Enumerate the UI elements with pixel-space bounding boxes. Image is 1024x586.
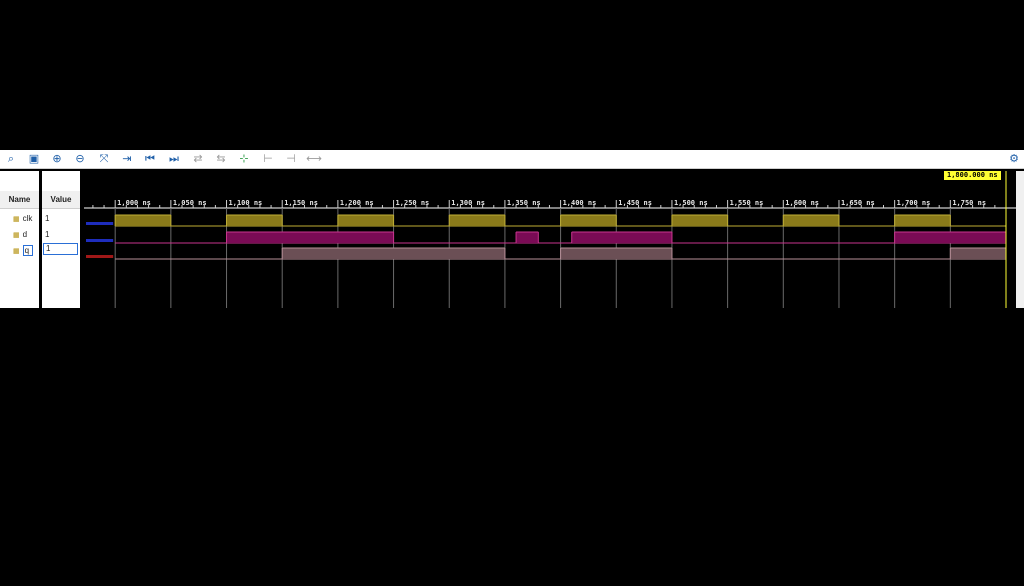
search-icon[interactable]: ⌕ bbox=[3, 151, 19, 167]
signal-name: q bbox=[22, 245, 34, 256]
next-transition-icon[interactable]: ⇆ bbox=[213, 151, 229, 167]
waveform-high-d bbox=[226, 232, 394, 243]
signal-type-icon: ▦ bbox=[13, 215, 20, 223]
waveform-pre-q bbox=[86, 255, 114, 258]
name-column-header[interactable]: Name bbox=[0, 191, 39, 209]
signal-value-clk: 1 bbox=[45, 214, 50, 223]
add-marker-icon[interactable]: ⊹ bbox=[236, 151, 252, 167]
ruler-tick-label: 1,650 ns bbox=[841, 199, 875, 207]
waveform-high-clk bbox=[115, 215, 171, 226]
waveform-high-q bbox=[560, 248, 672, 259]
ruler-tick-label: 1,400 ns bbox=[563, 199, 597, 207]
waveform-high-clk bbox=[894, 215, 951, 226]
waveform-high-d bbox=[516, 232, 539, 243]
ruler-tick-label: 1,700 ns bbox=[897, 199, 931, 207]
ruler-tick-label: 1,450 ns bbox=[618, 199, 652, 207]
waveform-high-q bbox=[282, 248, 505, 259]
waveform-high-d bbox=[894, 232, 1006, 243]
ruler-tick-label: 1,550 ns bbox=[730, 199, 764, 207]
waveform-high-clk bbox=[449, 215, 505, 226]
waveform-high-clk bbox=[337, 215, 394, 226]
signal-value-q: 1 bbox=[43, 243, 78, 255]
waveform-canvas[interactable]: 1,000 ns 1,050 ns 1,100 ns 1,150 ns 1,200 ns… bbox=[84, 171, 1024, 308]
cursor-time-label: 1,800.000 ns bbox=[944, 171, 1001, 180]
signal-row-d[interactable]: ▦ d bbox=[0, 227, 27, 242]
signal-type-icon: ▦ bbox=[13, 247, 20, 255]
ruler-tick-label: 1,050 ns bbox=[173, 199, 207, 207]
signal-names-panel: Name ▦ clk ▦ d ▦ q bbox=[0, 171, 39, 308]
waveform-high-clk bbox=[560, 215, 617, 226]
waveform-pre-d bbox=[86, 239, 114, 242]
signal-value-d: 1 bbox=[45, 230, 50, 239]
settings-icon[interactable]: ⚙ bbox=[1006, 151, 1022, 167]
signal-type-icon: ▦ bbox=[13, 231, 20, 239]
ruler-tick-label: 1,750 ns bbox=[952, 199, 986, 207]
waveform-high-q bbox=[950, 248, 1006, 259]
ruler-tick-label: 1,250 ns bbox=[396, 199, 430, 207]
swap-cursors-icon[interactable]: ⟷ bbox=[306, 151, 322, 167]
waveform-pre-clk bbox=[86, 222, 114, 225]
signal-name: clk bbox=[22, 214, 33, 223]
value-column-header[interactable]: Value bbox=[42, 191, 80, 209]
previous-transition-icon[interactable]: ⇄ bbox=[190, 151, 206, 167]
next-marker-icon[interactable]: ⊣ bbox=[283, 151, 299, 167]
previous-marker-icon[interactable]: ⊢ bbox=[260, 151, 276, 167]
ruler-tick-label: 1,000 ns bbox=[117, 199, 151, 207]
save-icon[interactable]: ▣ bbox=[26, 151, 42, 167]
ruler-tick-label: 1,200 ns bbox=[340, 199, 374, 207]
waveform-high-clk bbox=[671, 215, 728, 226]
zoom-fit-icon[interactable]: ⤧ bbox=[96, 151, 112, 167]
ruler-tick-label: 1,500 ns bbox=[674, 199, 708, 207]
ruler-tick-label: 1,350 ns bbox=[507, 199, 541, 207]
go-to-time-zero-icon[interactable]: ⏮ bbox=[142, 151, 158, 167]
ruler-tick-label: 1,600 ns bbox=[785, 199, 819, 207]
zoom-in-icon[interactable]: ⊕ bbox=[49, 151, 65, 167]
waveform-display[interactable]: 1,000 ns 1,050 ns 1,100 ns 1,150 ns 1,200 ns… bbox=[84, 171, 1024, 308]
waveform-high-clk bbox=[226, 215, 283, 226]
signal-name: d bbox=[22, 230, 28, 239]
waveform-toolbar: ⌕ ▣ ⊕ ⊖ ⤧ ⇥ ⏮ ⏭ ⇄ ⇆ ⊹ ⊢ ⊣ ⟷ ⚙ bbox=[0, 150, 1024, 169]
ruler-tick-label: 1,300 ns bbox=[451, 199, 485, 207]
signal-row-q[interactable]: ▦ q bbox=[0, 243, 34, 258]
go-to-cursor-icon[interactable]: ⇥ bbox=[119, 151, 135, 167]
go-to-last-time-icon[interactable]: ⏭ bbox=[166, 151, 182, 167]
zoom-out-icon[interactable]: ⊖ bbox=[72, 151, 88, 167]
vertical-scrollbar[interactable] bbox=[1016, 171, 1024, 308]
ruler-tick-label: 1,100 ns bbox=[229, 199, 263, 207]
waveform-high-d bbox=[571, 232, 672, 243]
ruler-tick-label: 1,150 ns bbox=[284, 199, 318, 207]
signal-values-panel: Value 1 1 1 bbox=[42, 171, 80, 308]
waveform-high-clk bbox=[783, 215, 839, 226]
signal-row-clk[interactable]: ▦ clk bbox=[0, 211, 32, 226]
